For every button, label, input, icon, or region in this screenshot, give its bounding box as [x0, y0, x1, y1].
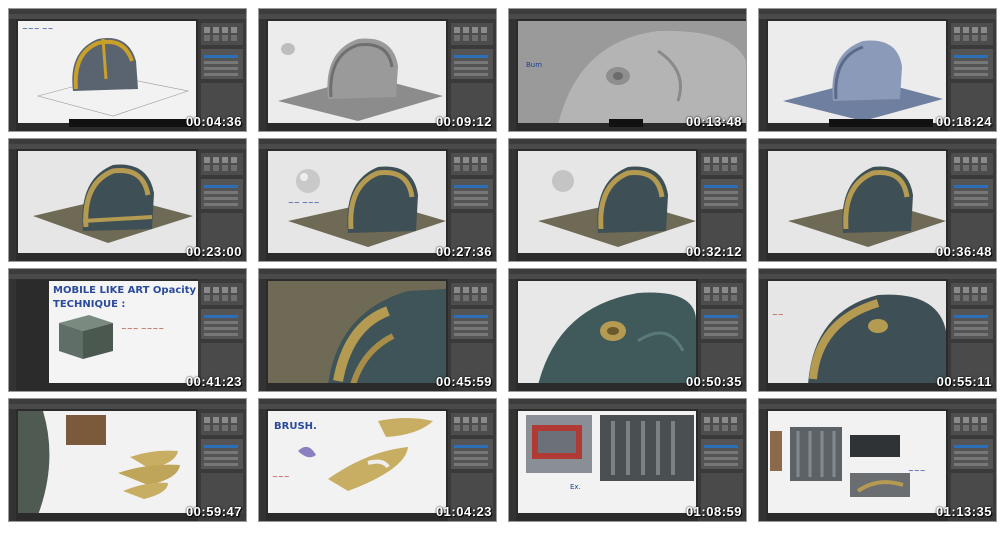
annotation: ~~~ ~~~~: [121, 325, 165, 333]
video-thumbnail-15[interactable]: Ex. 01:08:59: [508, 398, 747, 522]
helmet-closeup-grey: [558, 30, 746, 123]
timestamp: 00:13:48: [685, 114, 742, 129]
gold-trim-pieces: [18, 411, 180, 513]
annotation: Ex.: [570, 483, 581, 491]
helmet-blue-render: [783, 40, 943, 121]
timestamp: 00:55:11: [936, 374, 992, 389]
timestamp: 01:08:59: [685, 504, 742, 519]
canvas: ~~: [768, 281, 946, 383]
helmet-grey-render: [278, 38, 443, 121]
canvas: [518, 151, 696, 253]
tools-panel: [9, 19, 16, 131]
timestamp: 00:18:24: [935, 114, 992, 129]
video-thumbnail-12[interactable]: ~~ 00:55:11: [758, 268, 997, 392]
canvas: [18, 411, 196, 513]
canvas: Ex.: [518, 411, 696, 513]
video-thumbnail-7[interactable]: 00:32:12: [508, 138, 747, 262]
reference-photos: [770, 427, 910, 497]
canvas: [768, 21, 946, 123]
canvas: Bum: [518, 21, 746, 123]
canvas: ~~ ~~~: [268, 151, 446, 253]
annotation: ~~ ~~~: [288, 199, 320, 207]
timestamp: 01:04:23: [435, 504, 492, 519]
helmet-painted: [788, 166, 946, 247]
annotation: ~~~ ~~: [22, 25, 54, 33]
subtitle: [69, 119, 193, 127]
timestamp: 00:59:47: [185, 504, 242, 519]
video-thumbnail-5[interactable]: 00:23:00: [8, 138, 247, 262]
video-thumbnail-1[interactable]: ~~~ ~~ 00:04:36: [8, 8, 247, 132]
annotation: ~~: [772, 311, 784, 319]
video-thumbnail-9[interactable]: MOBILE LIKE ART Opacity 3 TECHNIQUE : ~~…: [8, 268, 247, 392]
video-thumbnail-11[interactable]: 00:50:35: [508, 268, 747, 392]
video-thumbnail-13[interactable]: 00:59:47: [8, 398, 247, 522]
timestamp: 00:41:23: [185, 374, 242, 389]
helmet-with-sphere: [538, 166, 696, 247]
canvas: BRUSH. ~~~: [268, 411, 446, 513]
video-thumbnail-8[interactable]: 00:36:48: [758, 138, 997, 262]
timestamp: 00:32:12: [685, 244, 742, 259]
timestamp: 00:36:48: [935, 244, 992, 259]
helmet-painted: [33, 164, 193, 243]
video-thumbnail-14[interactable]: BRUSH. ~~~ 01:04:23: [258, 398, 497, 522]
helmet-dome-detail: [538, 292, 696, 383]
timestamp: 00:27:36: [435, 244, 492, 259]
helmet-closeup-painted: [328, 289, 446, 383]
annotation: Bum: [526, 61, 543, 69]
helmet-sketch: [36, 37, 190, 117]
canvas: [268, 21, 446, 123]
thumbnail-grid: ~~~ ~~ 00:04:36 00:09:12 Bum 00:13:48 00…: [8, 8, 998, 526]
video-thumbnail-10[interactable]: 00:45:59: [258, 268, 497, 392]
reference-photos: [526, 415, 694, 481]
canvas: ~~~: [768, 411, 946, 513]
video-thumbnail-16[interactable]: ~~~ 01:13:35: [758, 398, 997, 522]
timestamp: 00:09:12: [435, 114, 492, 129]
timestamp: 00:50:35: [685, 374, 742, 389]
canvas: [768, 151, 946, 253]
timestamp: 00:04:36: [185, 114, 242, 129]
canvas: [18, 151, 196, 253]
timestamp: 00:45:59: [435, 374, 492, 389]
canvas: [518, 281, 696, 383]
video-thumbnail-6[interactable]: ~~ ~~~ 00:27:36: [258, 138, 497, 262]
brush-strokes: [298, 418, 433, 491]
timestamp: 00:23:00: [185, 244, 242, 259]
video-thumbnail-4[interactable]: 00:18:24: [758, 8, 997, 132]
canvas: [268, 281, 446, 383]
subtitle: [609, 119, 643, 127]
timestamp: 01:13:35: [935, 504, 992, 519]
video-thumbnail-3[interactable]: Bum 00:13:48: [508, 8, 747, 132]
helmet-detail: [808, 294, 946, 383]
annotation: ~~~: [908, 467, 926, 475]
video-thumbnail-2[interactable]: 00:09:12: [258, 8, 497, 132]
annotation: ~~~: [272, 473, 290, 481]
canvas: ~~~ ~~: [18, 21, 196, 123]
